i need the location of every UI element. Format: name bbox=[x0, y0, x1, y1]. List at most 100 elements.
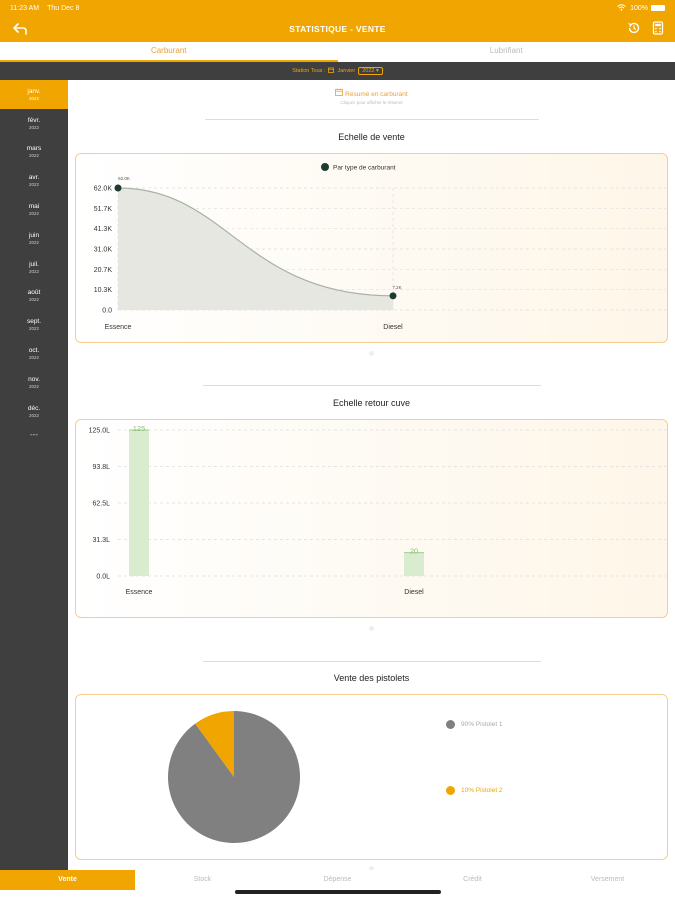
x-tick-label: Diesel bbox=[383, 324, 403, 331]
month-filter[interactable]: Janvier bbox=[337, 68, 355, 74]
legend-item-pistolet-1: 90% Pistolet 1 bbox=[446, 720, 503, 729]
y-tick-label: 125.0L bbox=[89, 428, 111, 435]
y-tick-label: 93.8L bbox=[92, 464, 110, 471]
month-label: août bbox=[27, 289, 41, 297]
month-item-sept[interactable]: sept. 2022 bbox=[0, 310, 68, 339]
divider bbox=[203, 385, 541, 386]
calculator-icon[interactable] bbox=[651, 21, 665, 35]
summary-hint: Cliquez pour afficher le résumé bbox=[340, 100, 403, 105]
main-content: Résumé en carburant Cliquez pour affiche… bbox=[68, 80, 675, 871]
app-header: STATISTIQUE - VENTE bbox=[0, 16, 675, 42]
area-fill bbox=[118, 188, 393, 310]
nav-stock[interactable]: Stock bbox=[135, 870, 270, 890]
month-label: nov. bbox=[28, 375, 40, 383]
month-item-fevr[interactable]: févr. 2022 bbox=[0, 109, 68, 138]
tab-carburant[interactable]: Carburant bbox=[0, 42, 338, 62]
y-tick-label: 31.3L bbox=[92, 537, 110, 544]
month-label: mai bbox=[28, 203, 40, 211]
sales-chart-card: 0.0 10.3K 20.7K 31.0K 41.3K 51.7K 62.0K 62.0K 7.… bbox=[75, 153, 668, 343]
nav-depense[interactable]: Dépense bbox=[270, 870, 405, 890]
month-year: 2022 bbox=[28, 153, 39, 159]
month-item-aout[interactable]: août 2022 bbox=[0, 282, 68, 311]
month-label: juil. bbox=[29, 260, 39, 268]
legend-label: 90% Pistolet 1 bbox=[461, 721, 503, 728]
nav-versement[interactable]: Versement bbox=[540, 870, 675, 890]
month-item-dec[interactable]: déc. 2022 bbox=[0, 397, 68, 426]
y-tick-label: 0.0 bbox=[102, 308, 112, 315]
pie-slice bbox=[168, 711, 301, 843]
month-item-juin[interactable]: juin 2022 bbox=[0, 224, 68, 253]
x-tick-label: Diesel bbox=[404, 589, 424, 596]
month-label: janv. bbox=[27, 87, 41, 95]
tab-lubrifiant[interactable]: Lubrifiant bbox=[338, 42, 675, 62]
section-title-pistols: Vente des pistolets bbox=[333, 673, 410, 683]
status-time: 11:23 AM bbox=[10, 4, 40, 12]
y-tick-label: 62.0K bbox=[94, 186, 113, 193]
section-title-sales: Echelle de vente bbox=[338, 132, 405, 142]
month-item-oct[interactable]: oct. 2022 bbox=[0, 339, 68, 368]
month-year: 2022 bbox=[28, 326, 39, 332]
nav-vente[interactable]: Vente bbox=[0, 870, 135, 890]
pistol-pie-chart bbox=[168, 711, 301, 843]
y-tick-label: 41.3K bbox=[94, 226, 113, 233]
month-label: juin bbox=[28, 231, 40, 239]
month-item-mai[interactable]: mai 2022 bbox=[0, 195, 68, 224]
battery-icon bbox=[651, 5, 665, 11]
month-sidebar: janv. 2022 févr. 2022 mars 2022 avr. 2022 ma… bbox=[0, 80, 68, 870]
more-months[interactable]: --- bbox=[0, 430, 68, 439]
month-label: oct. bbox=[28, 347, 40, 355]
battery-text: 100% bbox=[630, 4, 648, 12]
month-item-janv[interactable]: janv. 2022 bbox=[0, 80, 68, 109]
page-indicator-dot bbox=[369, 351, 374, 356]
wifi-icon bbox=[617, 3, 626, 13]
divider bbox=[205, 119, 539, 120]
bar bbox=[129, 430, 149, 576]
section-title-tank-return: Echelle retour cuve bbox=[332, 398, 411, 408]
y-tick-label: 62.5L bbox=[92, 501, 110, 508]
page-indicator-dot bbox=[369, 626, 374, 631]
legend-label: Par type de carburant bbox=[333, 165, 396, 172]
fuel-summary[interactable]: Résumé en carburant Cliquez pour affiche… bbox=[68, 88, 675, 105]
y-tick-label: 31.0K bbox=[94, 247, 113, 254]
x-tick-label: Essence bbox=[105, 324, 132, 331]
month-label: déc. bbox=[27, 404, 41, 412]
station-filter[interactable]: Station Tous : bbox=[292, 68, 325, 74]
y-tick-label: 10.3K bbox=[94, 287, 113, 294]
nav-credit[interactable]: Crédit bbox=[405, 870, 540, 890]
y-tick-label: 20.7K bbox=[94, 267, 113, 274]
year-value: 2022 bbox=[362, 68, 375, 74]
calendar-icon bbox=[335, 88, 345, 98]
bar bbox=[404, 552, 424, 576]
month-year: 2022 bbox=[28, 355, 39, 361]
data-label: 7.2K bbox=[392, 285, 401, 290]
month-year: 2022 bbox=[28, 124, 39, 130]
summary-label: Résumé en carburant bbox=[345, 91, 408, 98]
status-date: Thu Dec 8 bbox=[47, 4, 80, 12]
divider bbox=[203, 661, 541, 662]
month-label: sept. bbox=[26, 318, 42, 326]
month-year: 2022 bbox=[28, 297, 39, 303]
legend-label: 10% Pistolet 2 bbox=[461, 787, 503, 794]
month-item-juil[interactable]: juil. 2022 bbox=[0, 253, 68, 282]
tab-bar: Carburant Lubrifiant bbox=[0, 42, 675, 62]
month-label: avr. bbox=[28, 174, 40, 182]
year-selector[interactable]: 2022 ▾ bbox=[358, 67, 383, 75]
month-item-mars[interactable]: mars 2022 bbox=[0, 138, 68, 167]
tank-return-chart-card: 0.0L 31.3L 62.5L 93.8L 125.0L 125 Essence 20 Die… bbox=[75, 419, 668, 618]
legend-item-pistolet-2: 10% Pistolet 2 bbox=[446, 786, 503, 795]
month-item-avr[interactable]: avr. 2022 bbox=[0, 166, 68, 195]
tank-return-bar-chart: 0.0L 31.3L 62.5L 93.8L 125.0L 125 Essence 20 Die… bbox=[89, 424, 666, 596]
sales-area-chart: 0.0 10.3K 20.7K 31.0K 41.3K 51.7K 62.0K 62.0K 7.… bbox=[94, 163, 666, 331]
home-indicator bbox=[235, 890, 441, 894]
month-year: 2022 bbox=[28, 239, 39, 245]
legend-swatch bbox=[321, 163, 329, 171]
month-item-nov[interactable]: nov. 2022 bbox=[0, 368, 68, 397]
history-icon[interactable] bbox=[627, 21, 641, 35]
data-label: 62.0K bbox=[118, 176, 130, 181]
status-bar: 11:23 AM Thu Dec 8 100% bbox=[0, 0, 675, 16]
back-arrow-icon[interactable] bbox=[12, 21, 28, 37]
month-label: mars bbox=[26, 145, 42, 153]
y-tick-label: 0.0L bbox=[96, 574, 110, 581]
data-label: 20 bbox=[410, 547, 418, 556]
month-year: 2022 bbox=[28, 211, 39, 217]
